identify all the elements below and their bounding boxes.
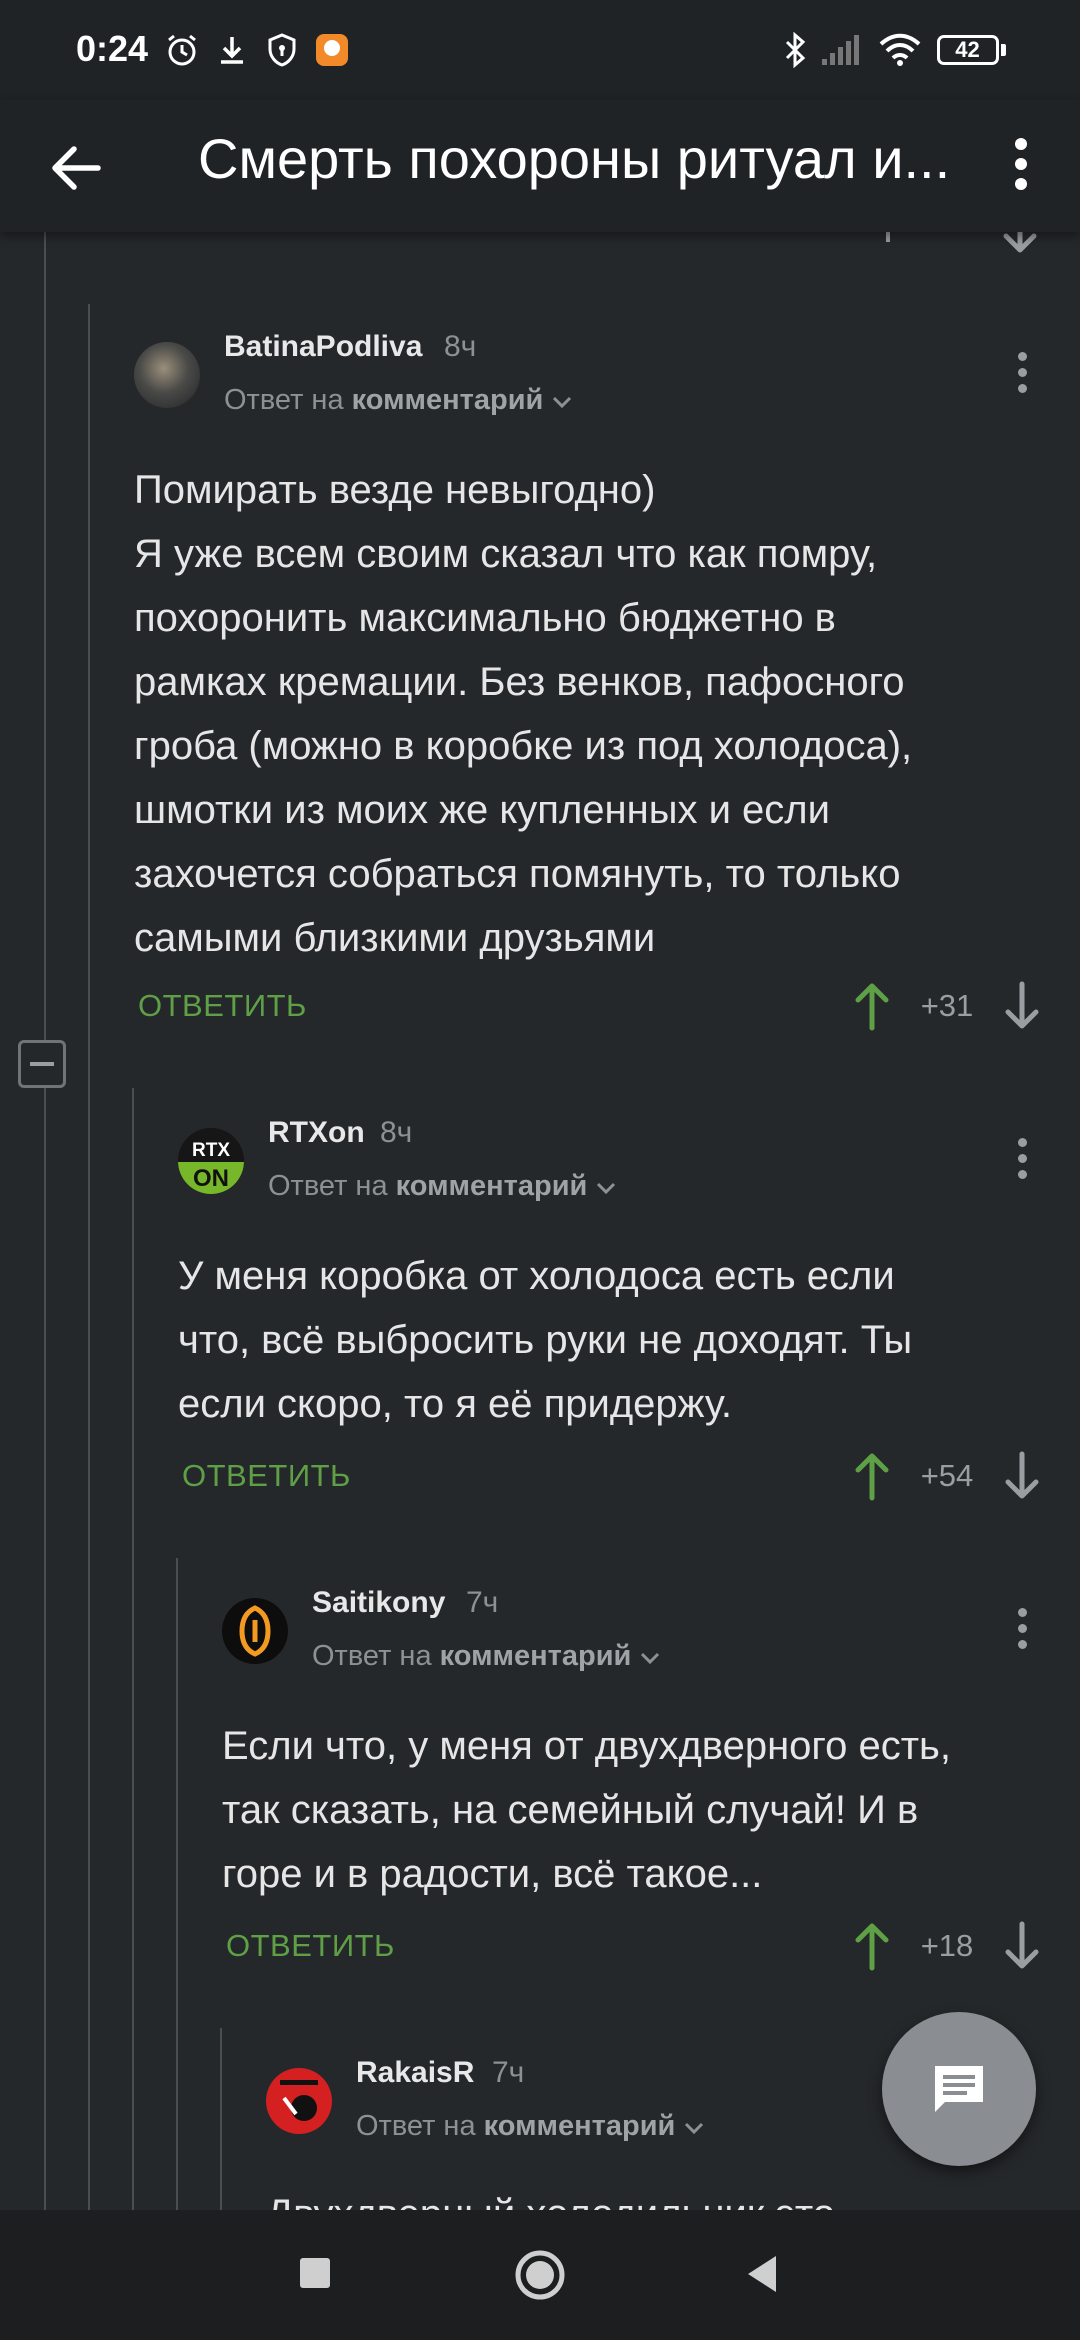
comment-line: У меня коробка от холодоса есть если: [178, 1254, 895, 1298]
reply-to[interactable]: Ответ на комментарий: [312, 1640, 661, 1673]
comment-line: самыми близкими друзьями: [134, 916, 656, 960]
downvote-icon[interactable]: [1002, 1920, 1042, 1972]
comment-line: Я уже всем своим сказал что как помру,: [134, 532, 878, 576]
comment-time: 7ч: [492, 2056, 525, 2089]
comment-line: горе и в радости, всё такое...: [222, 1852, 763, 1896]
downvote-icon[interactable]: [1002, 980, 1042, 1032]
shield-icon: [262, 30, 302, 70]
app-bar: Смерть похороны ритуал и...: [0, 100, 1080, 232]
comment-line: Двухдверный холодильник это: [266, 2182, 1046, 2210]
home-button[interactable]: [513, 2248, 567, 2302]
comment-author[interactable]: Saitikony: [312, 1586, 445, 1620]
comment-body: Двухдверный холодильник это: [266, 2182, 1046, 2210]
comment-menu-icon[interactable]: [1016, 352, 1028, 398]
comment-line: рамках кремации. Без венков, пафосного: [134, 660, 905, 704]
comment-body: Если что, у меня от двухдверного есть, т…: [222, 1714, 1042, 1906]
comment-thread: BatinaPodliva 8ч Ответ на комментарий По…: [0, 232, 1080, 2210]
comment-line: Помирать везде невыгодно): [134, 468, 656, 512]
upvote-icon[interactable]: [852, 1920, 892, 1972]
alarm-icon: [162, 30, 202, 70]
reply-to-target: комментарий: [395, 1170, 588, 1202]
recents-button[interactable]: [300, 2258, 330, 2288]
upvote-icon[interactable]: [852, 980, 892, 1032]
reply-to-prefix: Ответ на: [312, 1640, 432, 1672]
reply-button[interactable]: ОТВЕТИТЬ: [182, 1458, 351, 1494]
comment-line: Если что, у меня от двухдверного есть,: [222, 1724, 952, 1768]
comment-icon: [929, 2062, 989, 2118]
reply-to[interactable]: Ответ на комментарий: [268, 1170, 617, 1203]
avatar-text-top: RTX: [192, 1140, 230, 1161]
battery-level: 42: [955, 37, 980, 62]
reply-to-prefix: Ответ на: [356, 2110, 476, 2142]
reply-to-prefix: Ответ на: [268, 1170, 388, 1202]
reply-to-target: комментарий: [483, 2110, 676, 2142]
comment-time: 8ч: [380, 1116, 413, 1149]
downvote-icon[interactable]: [1000, 232, 1040, 254]
comment-line: так сказать, на семейный случай! И в: [222, 1788, 919, 1832]
back-arrow-icon[interactable]: [46, 140, 106, 196]
app-notification-icon: [312, 30, 352, 70]
avatar[interactable]: [134, 342, 200, 408]
score-fragment: [886, 232, 890, 242]
comment-body: У меня коробка от холодоса есть если что…: [178, 1244, 1038, 1436]
comment-line: захочется собраться помянуть, то только: [134, 852, 901, 896]
system-nav-bar: [0, 2210, 1080, 2340]
chevron-down-icon: [551, 384, 573, 416]
upvote-icon[interactable]: [852, 1450, 892, 1502]
comment-menu-icon[interactable]: [1016, 1608, 1028, 1654]
overflow-menu-icon[interactable]: [1006, 130, 1036, 200]
comment-line: шмотки из моих же купленных и если: [134, 788, 830, 832]
wifi-icon: [876, 30, 924, 70]
chevron-down-icon: [683, 2110, 705, 2142]
download-icon: [212, 30, 252, 70]
reply-to-prefix: Ответ на: [224, 384, 344, 416]
thread-line: [220, 2028, 222, 2210]
comment-author[interactable]: BatinaPodliva: [224, 330, 422, 364]
comment-score: +54: [920, 1458, 974, 1493]
reply-to-target: комментарий: [351, 384, 544, 416]
comment-line: похоронить максимально бюджетно в: [134, 596, 836, 640]
bluetooth-icon: [780, 30, 810, 70]
thread-line: [132, 1088, 134, 2210]
reply-to[interactable]: Ответ на комментарий: [356, 2110, 705, 2143]
battery-icon: 42: [934, 30, 1008, 70]
avatar[interactable]: [266, 2068, 332, 2134]
signal-icon: [818, 30, 862, 70]
reply-to-target: комментарий: [439, 1640, 632, 1672]
back-button[interactable]: [744, 2254, 780, 2294]
comment-line: гроба (можно в коробке из под холодоса),: [134, 724, 913, 768]
thread-line: [44, 232, 46, 1040]
avatar-text-bottom: ON: [193, 1165, 229, 1192]
thread-line: [176, 1558, 178, 2210]
chevron-down-icon: [595, 1170, 617, 1202]
comment-score: +18: [920, 1928, 974, 1963]
reply-button[interactable]: ОТВЕТИТЬ: [138, 988, 307, 1024]
comment-author[interactable]: RakaisR: [356, 2056, 474, 2090]
page-title: Смерть похороны ритуал и...: [198, 127, 951, 190]
comment-time: 8ч: [444, 330, 477, 363]
reply-to[interactable]: Ответ на комментарий: [224, 384, 573, 417]
comment-score: +31: [920, 988, 974, 1023]
comment-body: Помирать везде невыгодно) Я уже всем сво…: [134, 458, 1034, 970]
collapse-thread-button[interactable]: [18, 1040, 66, 1088]
reply-button[interactable]: ОТВЕТИТЬ: [226, 1928, 395, 1964]
avatar[interactable]: RTX ON: [178, 1128, 244, 1194]
chevron-down-icon: [639, 1640, 661, 1672]
avatar[interactable]: [222, 1598, 288, 1664]
comment-author[interactable]: RTXon: [268, 1116, 365, 1150]
comment-line: если скоро, то я её придержу.: [178, 1382, 732, 1426]
status-time: 0:24: [76, 28, 149, 69]
status-bar: 0:24 42: [0, 0, 1080, 100]
downvote-icon[interactable]: [1002, 1450, 1042, 1502]
comment-line: что, всё выбросить руки не доходят. Ты: [178, 1318, 913, 1362]
comment-time: 7ч: [466, 1586, 499, 1619]
thread-line: [44, 1088, 46, 2210]
thread-line: [88, 304, 90, 2210]
add-comment-fab[interactable]: [882, 2012, 1036, 2166]
comment-menu-icon[interactable]: [1016, 1138, 1028, 1184]
